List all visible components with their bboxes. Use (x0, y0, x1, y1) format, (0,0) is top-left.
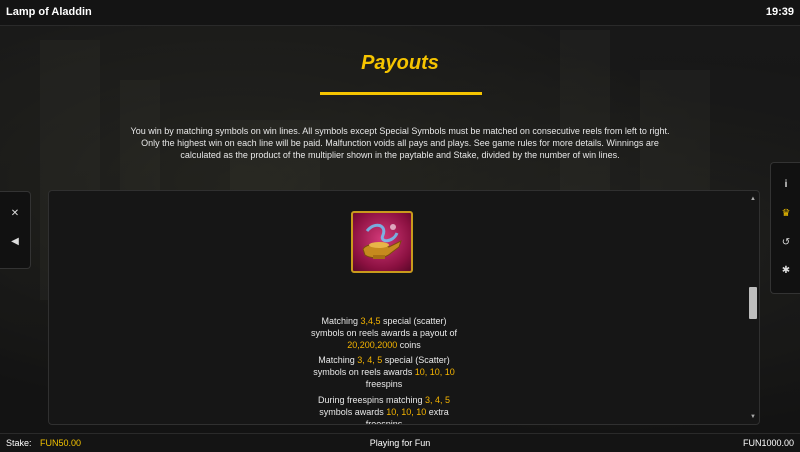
highlight: 3,4,5 (360, 316, 381, 326)
status-bar: Stake: FUN50.00 Playing for Fun FUN1000.… (0, 433, 800, 452)
rules-line-1: You win by matching symbols on win lines… (130, 126, 670, 136)
magic-lamp-icon (351, 211, 413, 273)
scroll-down-arrow-icon[interactable]: ▼ (749, 413, 757, 421)
freespins-text: Matching 3, 4, 5 special (Scatter) symbo… (304, 354, 464, 390)
info-icon: i (784, 179, 788, 190)
info-button[interactable]: i (771, 175, 800, 195)
paytable-button[interactable]: ♛ (771, 204, 800, 224)
text-part: freespins (365, 379, 403, 389)
left-menu: ✕ ◀ (0, 191, 31, 269)
text-part: During freespins matching (317, 395, 426, 405)
title-bar: Lamp of Aladdin 19:39 (0, 0, 800, 26)
settings-gear-icon: ✱ (781, 265, 791, 276)
sound-button[interactable]: ◀ (0, 232, 30, 252)
highlight: 10, 10, 10 (386, 407, 427, 417)
title-underline (320, 92, 482, 95)
rules-line-2: Only the highest win on each line will b… (141, 138, 659, 148)
settings-button[interactable]: ✱ (771, 261, 800, 281)
trophy-icon: ♛ (781, 208, 791, 219)
close-button[interactable]: ✕ (0, 204, 30, 224)
history-icon: ↺ (781, 237, 791, 248)
balance: FUN1000.00 (742, 438, 794, 448)
scatter-payout-text: Matching 3,4,5 special (scatter) symbols… (304, 315, 464, 351)
highlight: 3, 4, 5 (357, 355, 383, 365)
clock: 19:39 (765, 6, 794, 18)
close-icon: ✕ (10, 208, 20, 219)
extra-freespins-text: During freespins matching 3, 4, 5 symbol… (304, 394, 464, 424)
highlight: 10, 10, 10 (414, 367, 455, 377)
highlight: 20,200,2000 (347, 340, 398, 350)
text-part: symbols awards (319, 407, 387, 417)
scrollbar[interactable]: ▲ ▼ (749, 195, 757, 421)
text-part: coins (397, 340, 421, 350)
play-mode: Playing for Fun (369, 438, 431, 448)
history-button[interactable]: ↺ (771, 233, 800, 253)
page-title: Payouts (361, 52, 439, 74)
text-part: Matching (318, 355, 358, 365)
highlight: 3, 4, 5 (425, 395, 451, 405)
scrollbar-thumb[interactable] (749, 287, 757, 319)
right-menu: i ♛ ↺ ✱ (770, 162, 800, 294)
rules-line-3: calculated as the product of the multipl… (180, 150, 620, 160)
text-part: Matching (321, 316, 361, 326)
sound-icon: ◀ (11, 236, 19, 247)
paytable-panel[interactable]: Matching 3,4,5 special (scatter) symbols… (48, 190, 760, 425)
game-title: Lamp of Aladdin (6, 6, 92, 18)
scroll-up-arrow-icon[interactable]: ▲ (749, 195, 757, 203)
payout-rules-text: You win by matching symbols on win lines… (90, 125, 710, 161)
